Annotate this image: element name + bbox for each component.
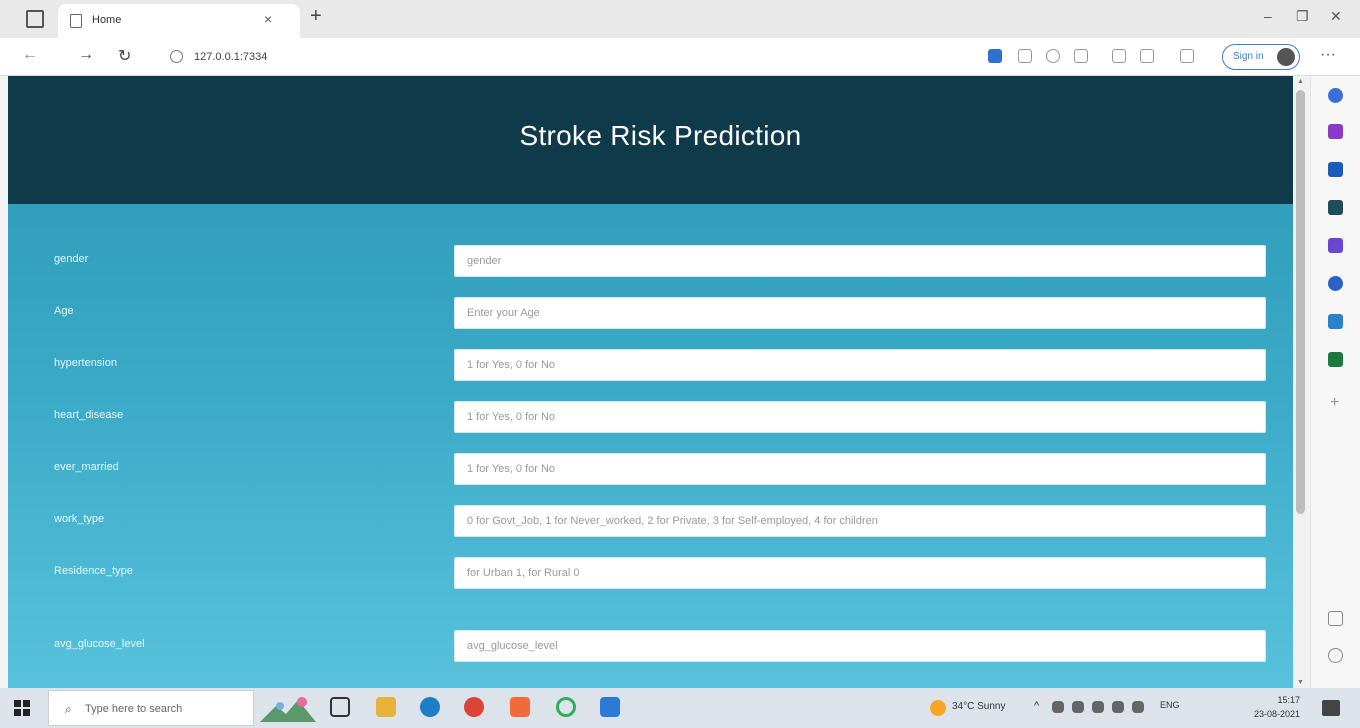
avg-glucose-level-input[interactable]	[454, 630, 1266, 662]
restore-button[interactable]: ❐	[1296, 8, 1309, 25]
back-button[interactable]: ←	[22, 46, 38, 64]
sign-in-button[interactable]: Sign in	[1222, 44, 1300, 70]
work-type-input[interactable]	[454, 505, 1266, 537]
forward-button[interactable]: →	[78, 46, 94, 64]
weather-text[interactable]: 34°C Sunny	[952, 701, 1005, 712]
outlook-icon[interactable]	[1328, 276, 1343, 291]
add-sidebar-icon[interactable]: +	[1330, 394, 1339, 412]
tab-title: Home	[92, 14, 122, 26]
page-icon	[70, 14, 82, 28]
label-residence-type: Residence_type	[54, 565, 133, 577]
weather-icon[interactable]	[930, 700, 946, 716]
wifi-icon[interactable]	[1092, 701, 1104, 713]
language-indicator[interactable]: ENG	[1160, 700, 1180, 710]
volume-icon[interactable]	[1112, 701, 1124, 713]
network-icon[interactable]	[1052, 701, 1064, 713]
taskbar: ⌕ Type here to search 34°C Sunny ^ ENG 1…	[0, 688, 1360, 728]
shopping-icon[interactable]	[1328, 124, 1343, 139]
hypertension-input[interactable]	[454, 349, 1266, 381]
drop-icon[interactable]	[1328, 314, 1343, 329]
search-highlight-art-icon	[260, 697, 316, 722]
clock[interactable]: 15:17 23-08-2021	[1236, 693, 1300, 721]
circle-app-icon[interactable]	[556, 697, 576, 717]
refresh-button[interactable]: ↻	[118, 46, 131, 66]
scroll-down-icon[interactable]: ▼	[1297, 679, 1304, 686]
ever-married-input[interactable]	[454, 453, 1266, 485]
file-explorer-icon[interactable]	[376, 697, 396, 717]
tab-actions-icon[interactable]	[26, 10, 44, 28]
gender-input[interactable]	[454, 245, 1266, 277]
more-menu-button[interactable]: ···	[1320, 46, 1336, 64]
task-view-icon[interactable]	[330, 697, 350, 717]
heart-disease-input[interactable]	[454, 401, 1266, 433]
favorites-icon[interactable]	[1112, 49, 1126, 63]
tab-strip: Home × + – ❐ ✕	[0, 0, 1360, 38]
scroll-up-icon[interactable]: ▲	[1297, 78, 1304, 85]
app-icon[interactable]	[510, 697, 530, 717]
zoom-icon[interactable]	[1046, 49, 1060, 63]
clock-date: 23-08-2021	[1253, 709, 1300, 719]
label-age: Age	[54, 305, 74, 317]
sign-in-label: Sign in	[1233, 51, 1264, 62]
search-icon[interactable]	[1328, 88, 1343, 103]
collections-icon[interactable]	[1140, 49, 1154, 63]
games-icon[interactable]	[1328, 200, 1343, 215]
url-text: 127.0.0.1:7334	[194, 51, 268, 63]
new-tab-button[interactable]: +	[310, 5, 322, 28]
label-work-type: work_type	[54, 513, 105, 525]
taskbar-search-placeholder: Type here to search	[85, 703, 183, 715]
page-scrollbar[interactable]: ▲ ▼	[1293, 76, 1308, 688]
label-heart-disease: heart_disease	[54, 409, 124, 421]
tab-close-button[interactable]: ×	[264, 11, 272, 27]
label-ever-married: ever_married	[54, 461, 119, 473]
split-screen-icon[interactable]	[1328, 611, 1343, 626]
office-icon[interactable]	[1328, 238, 1343, 253]
settings-gear-icon[interactable]	[1328, 648, 1343, 663]
search-magnifier-icon: ⌕	[65, 702, 72, 716]
chrome-icon[interactable]	[464, 697, 484, 717]
page-title: Stroke Risk Prediction	[519, 120, 802, 151]
age-input[interactable]	[454, 297, 1266, 329]
tab-home[interactable]: Home ×	[58, 4, 300, 38]
label-avg-glucose-level: avg_glucose_level	[54, 638, 145, 650]
minimize-button[interactable]: –	[1264, 8, 1272, 24]
battery-icon[interactable]	[1072, 701, 1084, 713]
extension-icon[interactable]	[988, 49, 1002, 63]
windows-start-icon[interactable]	[14, 700, 30, 716]
notification-icon[interactable]	[1322, 700, 1340, 716]
taskbar-search-box[interactable]: ⌕ Type here to search	[48, 690, 254, 726]
avatar	[1277, 48, 1295, 66]
label-gender: gender	[54, 253, 89, 265]
address-bar[interactable]: 127.0.0.1:7334	[158, 43, 878, 71]
clock-time: 15:17	[1277, 695, 1300, 705]
read-aloud-icon[interactable]	[1018, 49, 1032, 63]
close-window-button[interactable]: ✕	[1330, 8, 1342, 25]
speaker-icon[interactable]	[1132, 701, 1144, 713]
label-hypertension: hypertension	[54, 357, 117, 369]
residence-type-input[interactable]	[454, 557, 1266, 589]
tree-icon[interactable]	[1328, 352, 1343, 367]
favorite-icon[interactable]	[1074, 49, 1088, 63]
vscode-icon[interactable]	[600, 697, 620, 717]
tray-caret-icon[interactable]: ^	[1034, 700, 1039, 712]
page-header: Stroke Risk Prediction	[8, 76, 1293, 204]
tab-actions-icon[interactable]	[1180, 49, 1194, 63]
site-info-icon[interactable]	[170, 50, 183, 63]
edge-sidebar: +	[1310, 76, 1360, 688]
edge-icon[interactable]	[420, 697, 440, 717]
scroll-thumb[interactable]	[1296, 90, 1305, 514]
page-content: Stroke Risk Prediction gender Age hypert…	[8, 76, 1293, 688]
tools-icon[interactable]	[1328, 162, 1343, 177]
browser-toolbar: ← → ↻ 127.0.0.1:7334 Sign in ···	[0, 38, 1360, 76]
